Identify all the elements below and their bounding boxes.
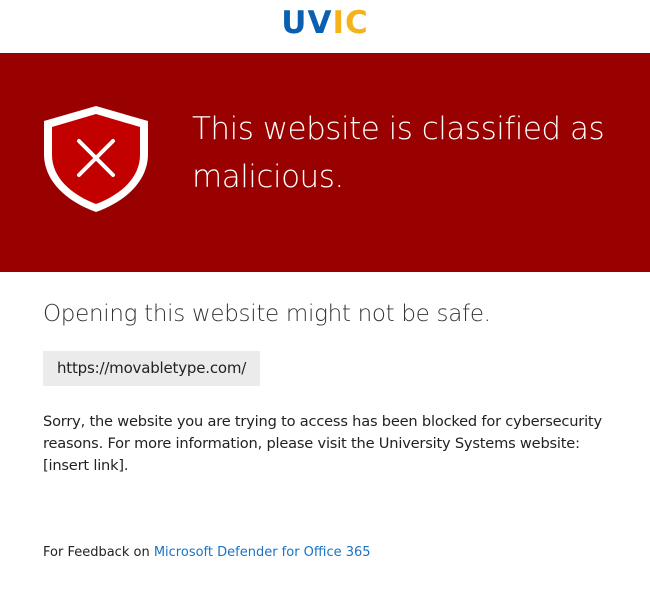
- defender-feedback-link[interactable]: Microsoft Defender for Office 365: [154, 545, 371, 560]
- feedback-line: For Feedback on Microsoft Defender for O…: [43, 543, 371, 563]
- banner-title: This website is classified as malicious.: [192, 111, 605, 195]
- feedback-prefix: For Feedback on: [43, 545, 150, 560]
- warning-banner: This website is classified as malicious.: [0, 53, 650, 272]
- block-message: Sorry, the website you are trying to acc…: [43, 413, 602, 474]
- blocked-url: https://movabletype.com/: [43, 351, 261, 386]
- uvic-logo: UVIC: [0, 6, 650, 40]
- logo-text-part2: IC: [332, 5, 369, 41]
- warning-page: UVIC This website is classified as malic…: [0, 0, 650, 609]
- logo-text-part1: UV: [281, 5, 333, 41]
- shield-x-icon: [44, 106, 148, 212]
- page-subtitle: Opening this website might not be safe.: [43, 301, 491, 327]
